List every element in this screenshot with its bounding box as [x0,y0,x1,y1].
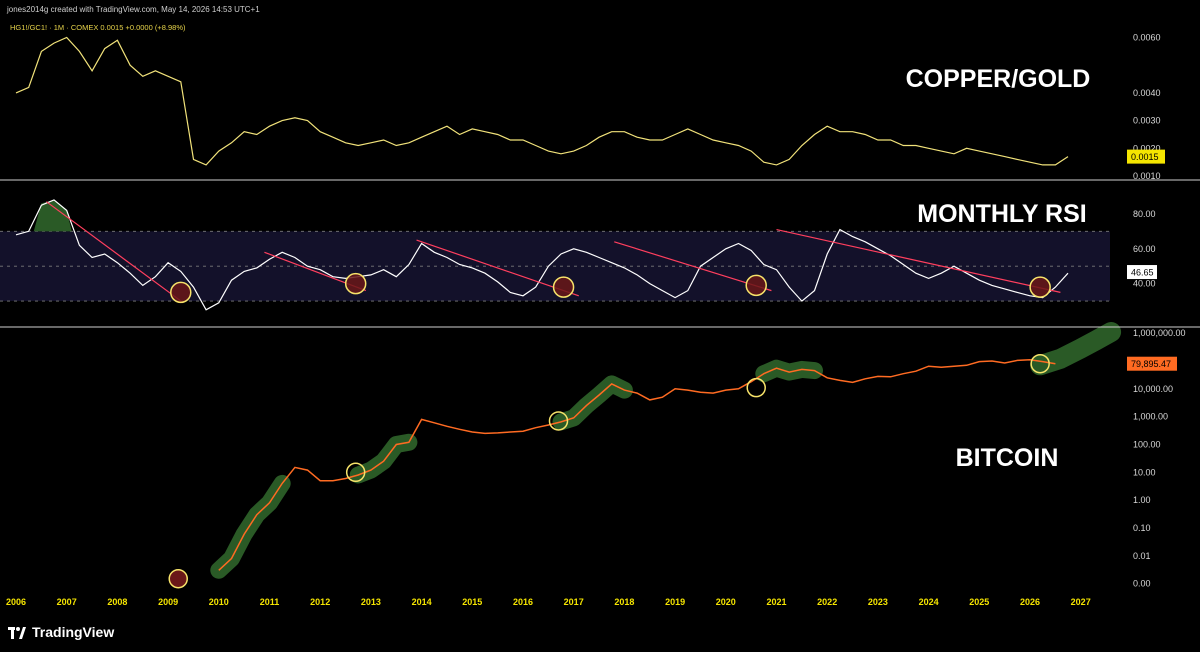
x-tick-label: 2008 [107,597,127,607]
last-value-label: 79,895.47 [1131,359,1171,369]
chart-canvas[interactable]: 0.00600.00400.00300.00200.00100.0015 80.… [0,0,1200,652]
x-tick-label: 2011 [260,597,280,607]
x-tick-label: 2019 [665,597,685,607]
x-tick-label: 2013 [361,597,381,607]
last-value-label: 46.65 [1131,268,1154,278]
y-tick-label: 1,000,000.00 [1133,328,1186,338]
bitcoin-green-highlight [210,474,291,579]
rsi-annotation: MONTHLY RSI [917,200,1086,228]
y-tick-label: 0.01 [1133,551,1151,561]
bitcoin-line[interactable] [218,359,1056,571]
copper-gold-pane[interactable]: 0.00600.00400.00300.00200.00100.0015 [15,33,1165,181]
y-tick-label: 0.0060 [1133,33,1161,43]
x-tick-label: 2025 [969,597,989,607]
rsi-circle-marker[interactable] [344,272,367,295]
x-tick-label: 2007 [57,597,77,607]
rsi-circle-marker[interactable] [170,281,192,304]
x-tick-label: 2014 [412,597,432,607]
attribution-text: jones2014g created with TradingView.com,… [7,5,260,14]
bitcoin-circle-marker[interactable] [168,568,188,589]
bitcoin-projection-highlight [1030,322,1122,376]
y-tick-label: 10,000.00 [1133,384,1173,394]
brand-text: TradingView [32,624,115,640]
y-tick-label: 60.00 [1133,244,1156,254]
copper-gold-annotation: COPPER/GOLD [906,65,1091,93]
x-tick-label: 2024 [919,597,939,607]
y-tick-label: 100.00 [1133,439,1161,449]
bitcoin-green-highlight [349,433,418,484]
tradingview-logo-icon [8,626,26,639]
y-tick-label: 0.10 [1133,523,1151,533]
y-tick-label: 1.00 [1133,495,1151,505]
y-tick-label: 0.0030 [1133,116,1161,126]
tradingview-brand[interactable]: TradingView [8,624,114,640]
bitcoin-green-highlight [552,375,633,431]
rsi-circle-marker[interactable] [745,274,767,297]
rsi-circle-marker[interactable] [1029,276,1051,298]
y-tick-label: 0.0040 [1133,88,1161,98]
x-tick-label: 2022 [817,597,837,607]
x-tick-label: 2015 [462,597,482,607]
x-tick-label: 2023 [868,597,888,607]
last-value-label: 0.0015 [1131,152,1159,162]
rsi-circle-marker[interactable] [552,276,575,298]
footer-bar [0,616,1200,652]
copper-gold-line[interactable] [15,36,1069,166]
x-tick-label: 2020 [716,597,736,607]
x-tick-label: 2010 [209,597,229,607]
y-tick-label: 1,000.00 [1133,412,1168,422]
bitcoin-circle-marker[interactable] [746,377,766,398]
x-tick-label: 2016 [513,597,533,607]
x-axis: 2006 2007 2008 2009 2010 2011 2012 2013 2014 2015… [6,597,1091,607]
x-tick-label: 2012 [310,597,330,607]
x-tick-label: 2018 [614,597,634,607]
series-legend[interactable]: HG1!/GC1! · 1M · COMEX 0.0015 +0.0000 (+… [10,23,186,32]
bitcoin-annotation: BITCOIN [956,444,1059,472]
y-tick-label: 40.00 [1133,279,1156,289]
y-tick-label: 0.00 [1133,579,1151,589]
x-tick-label: 2021 [766,597,786,607]
y-tick-label: 80.00 [1133,209,1156,219]
x-tick-label: 2026 [1020,597,1040,607]
x-tick-label: 2009 [158,597,178,607]
x-tick-label: 2027 [1071,597,1091,607]
y-tick-label: 10.00 [1133,467,1156,477]
x-tick-label: 2017 [564,597,584,607]
x-tick-label: 2006 [6,597,26,607]
